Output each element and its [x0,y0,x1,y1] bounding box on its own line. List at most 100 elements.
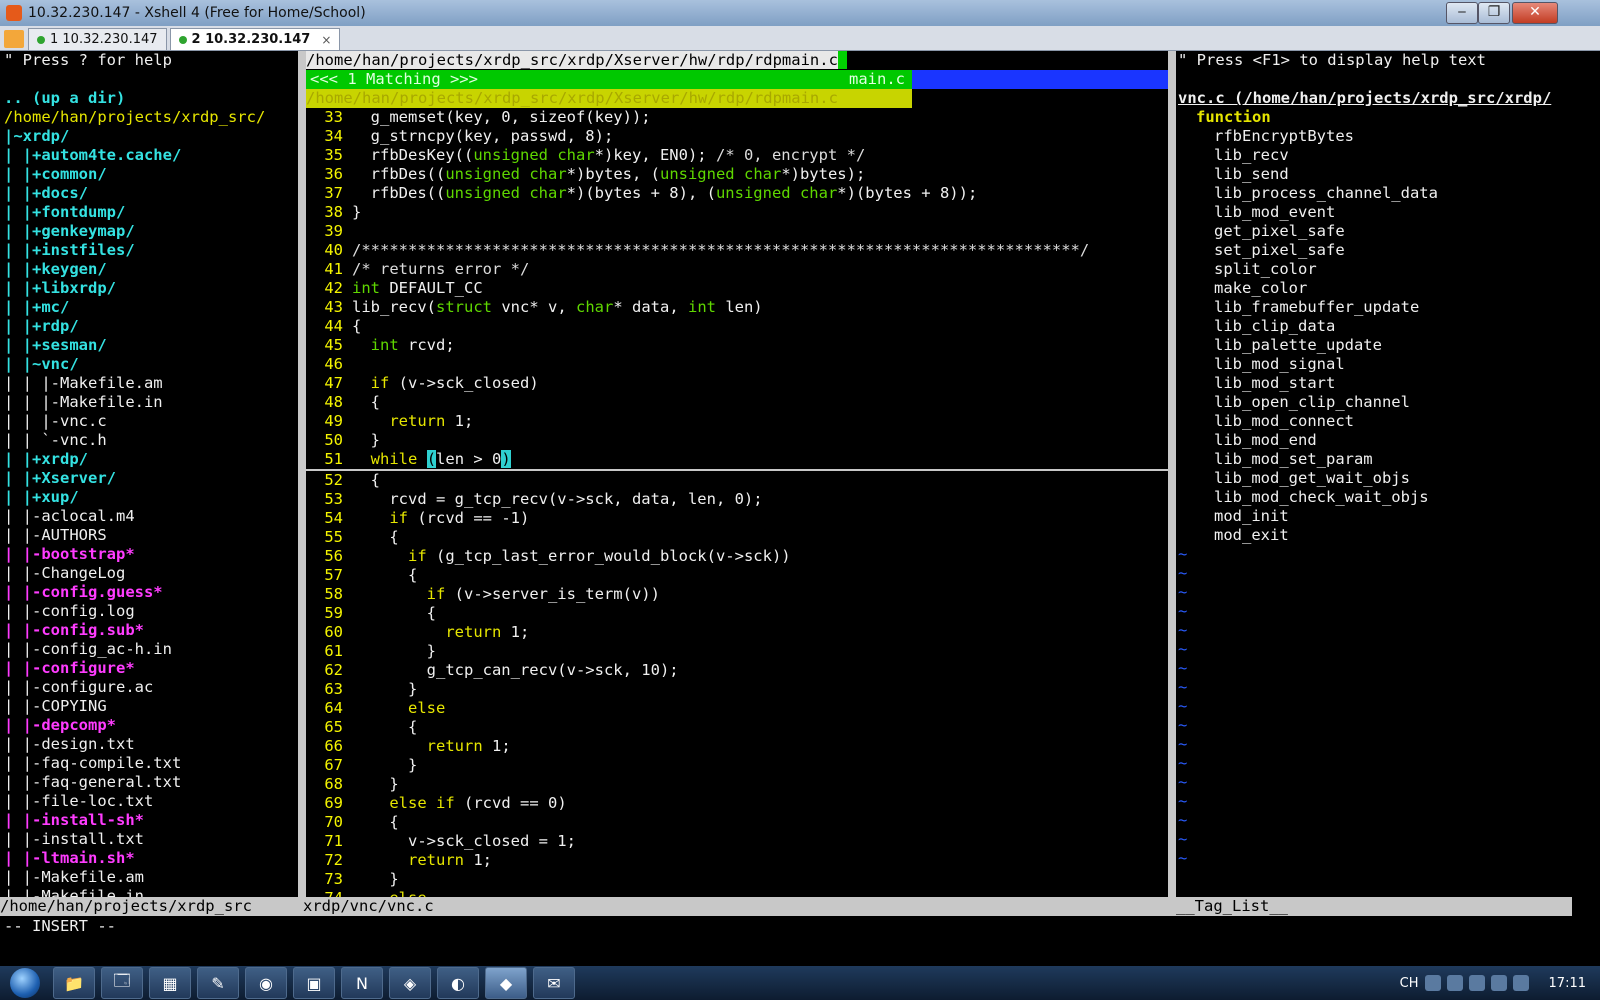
taglist-function-item[interactable]: mod_exit [1178,526,1598,545]
taglist-function-item[interactable]: split_color [1178,260,1598,279]
code-line[interactable]: 54 if (rcvd == -1) [306,509,1168,528]
volume-icon[interactable] [1490,975,1507,991]
explorer-tree-item[interactable]: | |-bootstrap* [4,545,296,564]
close-button[interactable]: ✕ [1512,2,1558,24]
taglist-function-item[interactable]: lib_mod_start [1178,374,1598,393]
taglist-function-item[interactable]: set_pixel_safe [1178,241,1598,260]
code-line[interactable]: 34 g_strncpy(key, passwd, 8); [306,127,1168,146]
code-line[interactable]: 57 { [306,566,1168,585]
start-button[interactable] [0,966,50,1000]
taskbar-app-icon[interactable]: ▦ [149,967,191,999]
code-line[interactable]: 61 } [306,642,1168,661]
code-line[interactable]: 43 lib_recv(struct vnc* v, char* data, in… [306,298,1168,317]
code-line[interactable]: 51 while (len > 0) [306,450,1168,469]
explorer-tree-item[interactable]: | |+keygen/ [4,260,296,279]
code-line[interactable]: 41 /* returns error */ [306,260,1168,279]
session-menu-icon[interactable] [4,30,24,48]
terminal-view[interactable]: " Press ? for help .. (up a dir)/home/ha… [0,51,1600,966]
explorer-tree-item[interactable]: | |-configure.ac [4,678,296,697]
taglist-function-item[interactable]: rfbEncryptBytes [1178,127,1598,146]
code-line[interactable]: 67 } [306,756,1168,775]
taglist-function-item[interactable]: lib_mod_set_param [1178,450,1598,469]
code-line[interactable]: 50 } [306,431,1168,450]
editor-pane[interactable]: /home/han/projects/xrdp_src/xrdp/Xserver… [306,51,1168,897]
explorer-tree-item[interactable]: | |+xup/ [4,488,296,507]
clock[interactable]: 17:11 [1549,976,1586,991]
taskbar-app-icon[interactable]: ◈ [389,967,431,999]
explorer-tree-item[interactable]: | |-AUTHORS [4,526,296,545]
code-line[interactable]: 49 return 1; [306,412,1168,431]
file-explorer-pane[interactable]: " Press ? for help .. (up a dir)/home/ha… [4,51,296,897]
explorer-tree-item[interactable]: | |+common/ [4,165,296,184]
explorer-tree-item[interactable]: | |+sesman/ [4,336,296,355]
taskbar-app-icon[interactable]: ✉ [533,967,575,999]
code-line[interactable]: 63 } [306,680,1168,699]
taglist-function-item[interactable]: make_color [1178,279,1598,298]
code-line[interactable]: 60 return 1; [306,623,1168,642]
taglist-function-item[interactable]: lib_mod_get_wait_objs [1178,469,1598,488]
taglist-file-name[interactable]: vnc.c (/home/han/projects/xrdp_src/xrdp/ [1178,89,1598,108]
explorer-tree-item[interactable]: | |+mc/ [4,298,296,317]
code-line[interactable]: 36 rfbDes((unsigned char*)bytes, (unsign… [306,165,1168,184]
code-line[interactable]: 72 return 1; [306,851,1168,870]
taglist-pane[interactable]: " Press <F1> to display help text vnc.c … [1178,51,1598,897]
explorer-tree-item[interactable]: | |-faq-general.txt [4,773,296,792]
code-line[interactable]: 35 rfbDesKey((unsigned char*)key, EN0); … [306,146,1168,165]
explorer-tree-item[interactable]: .. (up a dir) [4,89,296,108]
taglist-function-item[interactable]: lib_send [1178,165,1598,184]
explorer-tree-item[interactable]: | |-file-loc.txt [4,792,296,811]
explorer-tree-item[interactable]: | |+genkeymap/ [4,222,296,241]
code-line[interactable]: 45 int rcvd; [306,336,1168,355]
explorer-tree-item[interactable]: | |+instfiles/ [4,241,296,260]
taglist-function-item[interactable]: lib_mod_connect [1178,412,1598,431]
taskbar-app-icon[interactable]: ✎ [197,967,239,999]
explorer-tree-item[interactable]: | | |-Makefile.in [4,393,296,412]
explorer-tree-item[interactable]: | |-faq-compile.txt [4,754,296,773]
flag-icon[interactable] [1512,975,1529,991]
explorer-tree-item[interactable]: | | |-vnc.c [4,412,296,431]
explorer-tree-item[interactable]: |~xrdp/ [4,127,296,146]
code-line[interactable]: 38} [306,203,1168,222]
taskbar-app-icon[interactable]: ◆ [485,967,527,999]
tab-session-2[interactable]: 2 10.32.230.147 × [169,28,341,50]
taskbar-app-icon[interactable]: ▣ [293,967,335,999]
explorer-tree-item[interactable]: | |-COPYING [4,697,296,716]
taskbar-app-icon[interactable]: N [341,967,383,999]
taglist-function-item[interactable]: lib_palette_update [1178,336,1598,355]
explorer-tree-item[interactable]: | |+fontdump/ [4,203,296,222]
taglist-group-function[interactable]: function [1178,108,1598,127]
taglist-function-item[interactable]: lib_mod_check_wait_objs [1178,488,1598,507]
code-line[interactable]: 65 { [306,718,1168,737]
explorer-tree-item[interactable]: | |-Makefile.am [4,868,296,887]
vertical-split-divider[interactable] [298,51,306,916]
explorer-tree-item[interactable]: | |~vnc/ [4,355,296,374]
code-line[interactable]: 71 v->sck_closed = 1; [306,832,1168,851]
explorer-tree-item[interactable]: | |-depcomp* [4,716,296,735]
code-line[interactable]: 73 } [306,870,1168,889]
code-line[interactable]: 69 else if (rcvd == 0) [306,794,1168,813]
explorer-tree-item[interactable]: | |+Xserver/ [4,469,296,488]
taglist-function-item[interactable]: lib_recv [1178,146,1598,165]
keyboard-icon[interactable] [1424,975,1441,991]
explorer-tree-item[interactable]: | |-ltmain.sh* [4,849,296,868]
taglist-function-item[interactable]: lib_open_clip_channel [1178,393,1598,412]
code-line[interactable]: 46 [306,355,1168,374]
language-indicator[interactable]: CH [1400,976,1419,991]
help-icon[interactable] [1446,975,1463,991]
code-line[interactable]: 58 if (v->server_is_term(v)) [306,585,1168,604]
vertical-split-divider-right[interactable] [1168,51,1176,916]
taskbar-app-icon[interactable]: 📁 [53,967,95,999]
code-line[interactable]: 42 int DEFAULT_CC [306,279,1168,298]
code-line[interactable]: 59 { [306,604,1168,623]
code-line[interactable]: 39 [306,222,1168,241]
taglist-function-item[interactable]: lib_mod_signal [1178,355,1598,374]
explorer-tree-item[interactable]: | |+autom4te.cache/ [4,146,296,165]
code-line[interactable]: 33 g_memset(key, 0, sizeof(key)); [306,108,1168,127]
taglist-function-item[interactable]: lib_process_channel_data [1178,184,1598,203]
taglist-function-item[interactable]: lib_framebuffer_update [1178,298,1598,317]
minimize-button[interactable]: ‒ [1446,2,1478,24]
code-line[interactable]: 74 else [306,889,1168,897]
taglist-function-item[interactable]: get_pixel_safe [1178,222,1598,241]
code-line[interactable]: 55 { [306,528,1168,547]
code-line[interactable]: 53 rcvd = g_tcp_recv(v->sck, data, len, … [306,490,1168,509]
